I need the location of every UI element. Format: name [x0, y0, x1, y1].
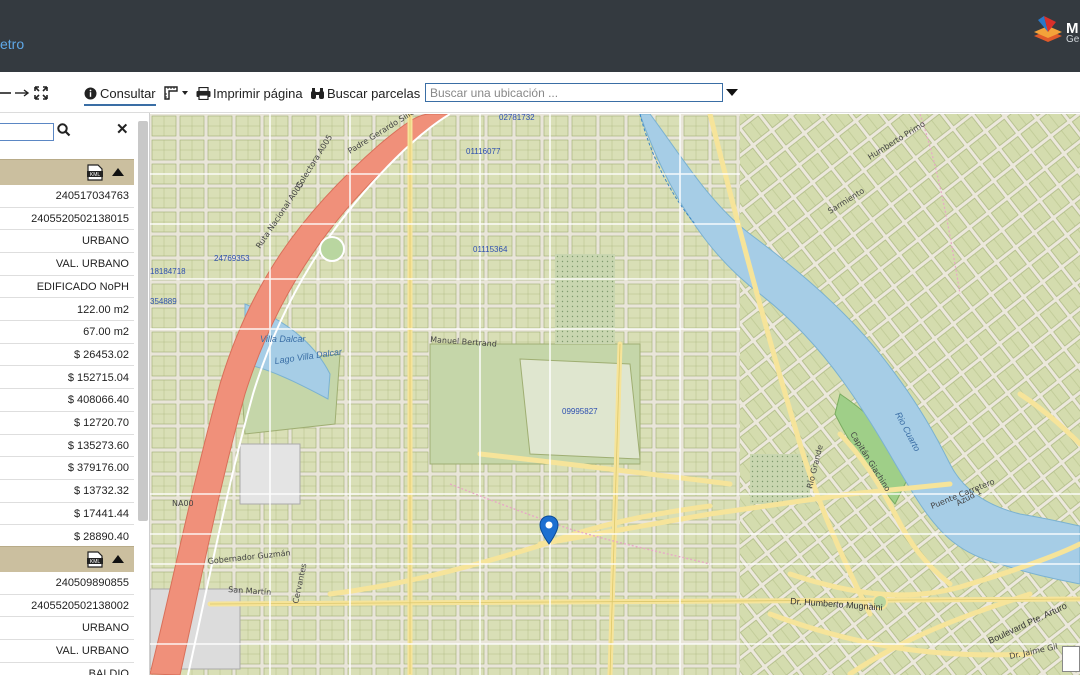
arrow-right-icon[interactable]: [14, 84, 30, 102]
kml-download-icon[interactable]: KML: [86, 164, 104, 181]
result-attribute-row: VAL. URBANO: [0, 253, 134, 276]
map-canvas[interactable]: 02781732 01116077 01115364 24769353 1818…: [150, 114, 1080, 675]
logo-subtext: Ge: [1066, 34, 1080, 45]
result-attribute-row: URBANO: [0, 617, 134, 640]
result-attribute-row: $ 152715.04: [0, 367, 134, 390]
result-attribute-row: 2405520502138015: [0, 208, 134, 231]
result-attribute-row: 67.00 m2: [0, 321, 134, 344]
app-title[interactable]: etro: [0, 36, 24, 52]
svg-text:KML: KML: [90, 559, 101, 565]
result-attribute-row: VAL. URBANO: [0, 640, 134, 663]
measure-tool-dropdown[interactable]: [164, 84, 189, 102]
printer-icon: [196, 86, 211, 100]
search-parcels-label: Buscar parcelas: [327, 85, 421, 101]
arrow-left-icon[interactable]: [0, 84, 12, 102]
parcel-id-label: 09995827: [562, 407, 598, 416]
location-pin-icon[interactable]: [539, 515, 559, 545]
caret-down-icon: [182, 91, 188, 95]
result-group-header[interactable]: KML: [0, 159, 134, 185]
ruler-icon: [164, 86, 178, 100]
svg-text:KML: KML: [90, 172, 101, 178]
logo-icon: [1034, 16, 1062, 42]
result-attribute-row: EDIFICADO NoPH: [0, 276, 134, 299]
scale-control: [1062, 646, 1080, 672]
close-icon[interactable]: ✕: [116, 120, 129, 138]
parcel-id-label: 01115364: [473, 245, 508, 254]
collapse-up-icon[interactable]: [111, 167, 125, 177]
result-attribute-row: 240509890855: [0, 572, 134, 595]
search-parcels-button[interactable]: Buscar parcelas: [310, 84, 420, 102]
results-sidebar: ✕ KML 240517034763 2405520502138015 URBANO…: [0, 113, 150, 675]
binoculars-icon: [311, 87, 324, 99]
parcel-id-label: 02781732: [499, 114, 535, 122]
result-attribute-row: $ 26453.02: [0, 344, 134, 367]
result-group-header[interactable]: KML: [0, 546, 134, 572]
result-attribute-row: 122.00 m2: [0, 299, 134, 321]
sidebar-filter-input[interactable]: [0, 123, 54, 141]
result-attribute-row: $ 28890.40: [0, 526, 134, 548]
parcel-id-label: 18184718: [150, 267, 186, 276]
fullscreen-icon[interactable]: [34, 84, 48, 102]
map-view[interactable]: 02781732 01116077 01115364 24769353 1818…: [150, 114, 1080, 675]
result-attribute-row: 2405520502138002: [0, 595, 134, 618]
result-attribute-row: $ 408066.40: [0, 389, 134, 412]
print-page-button[interactable]: Imprimir página: [196, 84, 303, 102]
result-attribute-row: $ 13732.32: [0, 480, 134, 503]
kml-download-icon[interactable]: KML: [86, 551, 104, 568]
result-attribute-row: $ 135273.60: [0, 435, 134, 458]
consultar-tool[interactable]: Consultar: [84, 84, 156, 106]
street-label: Villa Dalcar: [260, 334, 306, 344]
info-icon: [84, 87, 97, 99]
sidebar-scrollbar[interactable]: [138, 121, 148, 521]
street-label: NA00: [172, 499, 194, 508]
result-attribute-row: $ 12720.70: [0, 412, 134, 435]
app-header: etro M Ge: [0, 0, 1080, 72]
print-page-label: Imprimir página: [213, 85, 303, 101]
parcel-id-label: 24769353: [214, 254, 250, 263]
parcel-id-label: 354889: [150, 297, 177, 306]
search-icon[interactable]: [57, 123, 71, 137]
collapse-up-icon[interactable]: [111, 554, 125, 564]
result-attribute-row: BALDIO: [0, 663, 134, 675]
parcel-id-label: 01116077: [466, 147, 501, 156]
consultar-label: Consultar: [100, 85, 156, 101]
result-attribute-row: $ 17441.44: [0, 503, 134, 526]
location-search-input[interactable]: [425, 83, 723, 102]
result-attribute-row: 240517034763: [0, 185, 134, 208]
location-dropdown-caret-icon[interactable]: [725, 88, 739, 97]
result-attribute-row: URBANO: [0, 230, 134, 253]
result-attribute-row: $ 379176.00: [0, 457, 134, 480]
